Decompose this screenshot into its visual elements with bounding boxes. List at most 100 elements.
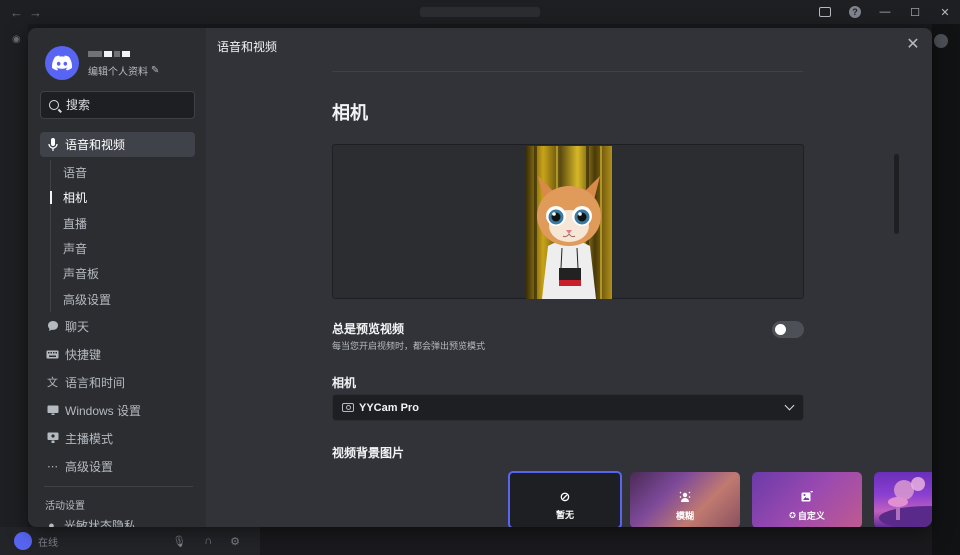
discord-logo-icon <box>52 55 72 71</box>
nav-activity-privacy-label: 光敏状态隐私 <box>64 519 137 527</box>
subnav-voice[interactable]: 语音 <box>51 160 195 185</box>
sidebar-divider <box>44 486 193 487</box>
minimize-button[interactable]: — <box>870 0 900 24</box>
maximize-button[interactable]: ☐ <box>900 0 930 24</box>
nav-streamer-mode[interactable]: 主播模式 <box>40 426 195 451</box>
mic-icon[interactable]: 🎙 <box>172 535 186 548</box>
monitor-icon <box>46 404 59 417</box>
camera-icon <box>342 403 354 412</box>
camera-preview <box>332 144 804 299</box>
settings-sidebar: 编辑个人资料 ✎ 语音和视频 语音 相机 直播 声音 声音板 高 <box>28 28 206 527</box>
nav-windows-settings-label: Windows 设置 <box>65 403 142 418</box>
nav-chat[interactable]: 聊天 <box>40 314 195 339</box>
nav-keybinds-label: 快捷键 <box>65 347 102 362</box>
no-entry-icon: ⊘ <box>559 489 571 504</box>
toggle-knob <box>775 324 786 335</box>
always-preview-toggle[interactable] <box>772 321 804 338</box>
chevron-down-icon <box>784 400 795 411</box>
blur-icon <box>679 491 691 506</box>
pencil-icon: ✎ <box>151 65 160 76</box>
content-header: 语音和视频 <box>217 40 278 54</box>
camera-feed <box>526 146 612 299</box>
search-box[interactable] <box>40 91 195 119</box>
nav-advanced[interactable]: ⋯ 高级设置 <box>40 454 195 479</box>
search-input[interactable] <box>66 98 176 112</box>
content-scrollbar[interactable] <box>894 154 899 234</box>
streamer-icon <box>46 432 59 445</box>
nav-voice-video-label: 语音和视频 <box>65 138 126 152</box>
bg-option-custom[interactable]: ✪ 自定义 <box>752 472 862 527</box>
more-dots-icon: ⋯ <box>47 460 58 473</box>
person-icon: ● <box>48 519 55 528</box>
image-plus-icon <box>801 490 813 506</box>
window-close-icon: ✕ <box>940 6 950 19</box>
camera-select-value: YYCam Pro <box>359 401 419 414</box>
back-forward-icon[interactable]: ←→ <box>10 5 48 20</box>
inbox-icon <box>819 7 831 17</box>
camera-select[interactable]: YYCam Pro <box>332 394 804 421</box>
close-button[interactable]: ✕ <box>906 36 920 53</box>
server-rail: ◉ <box>0 24 28 555</box>
scene-thumbnail <box>879 477 932 527</box>
user-panel: 在线 🎙 ∩ ⚙ <box>0 527 260 555</box>
window-titlebar: ←→ ? — ☐ ✕ <box>0 0 960 24</box>
user-avatar[interactable] <box>14 532 32 550</box>
nav-chat-label: 聊天 <box>65 319 90 334</box>
camera-select-label: 相机 <box>332 376 357 390</box>
bg-option-scene[interactable] <box>874 472 932 527</box>
activity-section-label: 活动设置 <box>45 501 85 512</box>
keyboard-icon <box>46 348 59 361</box>
nav-streamer-mode-label: 主播模式 <box>65 431 114 446</box>
help-button[interactable]: ? <box>840 0 870 24</box>
content-divider <box>332 71 803 72</box>
bg-option-none[interactable]: ⊘ 暂无 <box>508 471 622 527</box>
microphone-icon <box>46 138 59 151</box>
search-icon <box>49 100 59 110</box>
bg-option-blur[interactable]: 模糊 <box>630 472 740 527</box>
profile-avatar[interactable] <box>45 46 79 80</box>
nav-keybinds[interactable]: 快捷键 <box>40 342 195 367</box>
camera-feed-image <box>526 146 612 299</box>
subnav-advanced[interactable]: 高级设置 <box>51 286 195 311</box>
window-title-redacted <box>420 7 540 17</box>
nav-language-time-label: 语言和时间 <box>65 375 126 390</box>
help-icon: ? <box>849 6 861 18</box>
settings-gear-icon[interactable]: ⚙ <box>230 535 240 548</box>
profile-name-redacted <box>88 48 159 60</box>
close-icon: ✕ <box>906 36 920 53</box>
window-close-button[interactable]: ✕ <box>930 0 960 24</box>
chat-bubble-icon <box>46 320 59 333</box>
subnav-sounds[interactable]: 声音 <box>51 236 195 261</box>
voice-video-subnav: 语音 相机 直播 声音 声音板 高级设置 <box>50 160 195 312</box>
translate-icon: 文 <box>47 377 58 390</box>
discord-home-icon[interactable]: ◉ <box>12 34 21 45</box>
bg-option-custom-label: 自定义 <box>797 511 825 521</box>
bg-option-blur-label: 模糊 <box>675 511 694 521</box>
subnav-stream[interactable]: 直播 <box>51 211 195 236</box>
edit-profile-label: 编辑个人资料 <box>88 67 148 78</box>
edit-profile-link[interactable]: 编辑个人资料 ✎ <box>88 63 159 78</box>
subnav-soundboard[interactable]: 声音板 <box>51 261 195 286</box>
subnav-camera[interactable]: 相机 <box>50 185 195 210</box>
headset-icon[interactable]: ∩ <box>204 535 212 548</box>
maximize-icon: ☐ <box>910 6 920 19</box>
nav-language-time[interactable]: 文 语言和时间 <box>40 370 195 395</box>
page-title: 相机 <box>332 103 368 123</box>
nav-voice-video[interactable]: 语音和视频 <box>40 132 195 157</box>
settings-nav: 语音和视频 语音 相机 直播 声音 声音板 高级设置 聊天 快捷键 文 语言和时… <box>40 132 195 482</box>
nav-activity-privacy[interactable]: ● 光敏状态隐私 <box>45 517 136 527</box>
nav-windows-settings[interactable]: Windows 设置 <box>40 398 195 423</box>
user-status: 在线 <box>38 537 58 549</box>
profile-card[interactable]: 编辑个人资料 ✎ <box>45 46 159 80</box>
always-preview-desc: 每当您开启视频时，都会弹出预览模式 <box>332 341 486 351</box>
member-avatar <box>934 34 948 48</box>
nitro-icon: ✪ <box>789 511 796 520</box>
always-preview-title: 总是预览视频 <box>332 322 405 336</box>
minimize-icon: — <box>879 6 891 18</box>
right-panel <box>932 24 960 555</box>
settings-content: 语音和视频 ✕ 相机 总是预览视频 每当您开启视频时，都会弹出预览模式 相机 Y… <box>206 28 932 527</box>
bg-image-label: 视频背景图片 <box>332 446 405 460</box>
bg-option-none-label: 暂无 <box>555 510 574 520</box>
inbox-button[interactable] <box>810 0 840 24</box>
settings-modal: 编辑个人资料 ✎ 语音和视频 语音 相机 直播 声音 声音板 高 <box>28 28 932 527</box>
